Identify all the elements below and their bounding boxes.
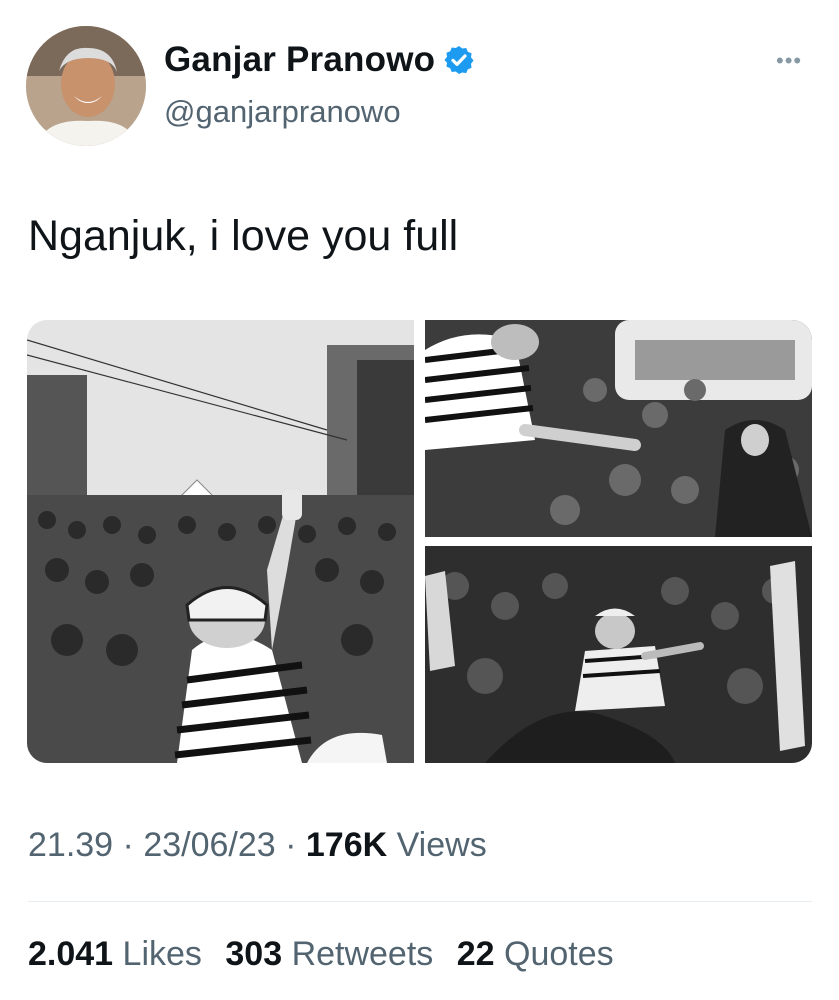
tweet-text: Nganjuk, i love you full [28,212,459,260]
tweet-timestamp[interactable]: 21.39 · 23/06/23 [28,826,276,864]
likes-stat[interactable]: 2.041 Likes [28,935,202,973]
quotes-count: 22 [456,935,495,973]
quotes-stat[interactable]: 22 Quotes [457,935,614,973]
photo-handshakes[interactable] [425,320,812,537]
verified-badge-icon [444,46,474,74]
media-grid [27,320,812,763]
tweet-meta: 21.39 · 23/06/23 · 176K Views [28,826,487,865]
photo-crowd-flags[interactable] [425,546,812,763]
profile-avatar[interactable] [26,26,146,146]
user-handle[interactable]: @ganjarpranowo [164,94,401,130]
tweet-time: 21.39 [28,826,114,864]
meta-separator: · [113,826,144,864]
photo-crowd-flags-image [425,546,812,763]
retweets-label: Retweets [291,935,434,973]
tweet-date: 23/06/23 [143,826,276,864]
retweets-count: 303 [225,935,283,973]
display-name-row: Ganjar Pranowo [164,40,475,80]
likes-label: Likes [122,935,202,973]
likes-count: 2.041 [28,935,114,973]
photo-handshakes-image [425,320,812,537]
engagement-stats: 2.041 Likes 303 Retweets 22 Quotes [28,935,628,974]
avatar-portrait [26,26,146,146]
display-name[interactable]: Ganjar Pranowo [164,40,435,80]
views-label: Views [387,826,487,864]
quotes-label: Quotes [504,935,614,973]
photo-crowd-street-image [27,320,414,763]
divider [28,901,812,902]
views-count: 176K [305,826,388,864]
photo-crowd-street[interactable] [27,320,414,763]
retweets-stat[interactable]: 303 Retweets [225,935,433,973]
more-options-icon[interactable]: ••• [776,48,802,74]
meta-separator-2: · [275,826,306,864]
